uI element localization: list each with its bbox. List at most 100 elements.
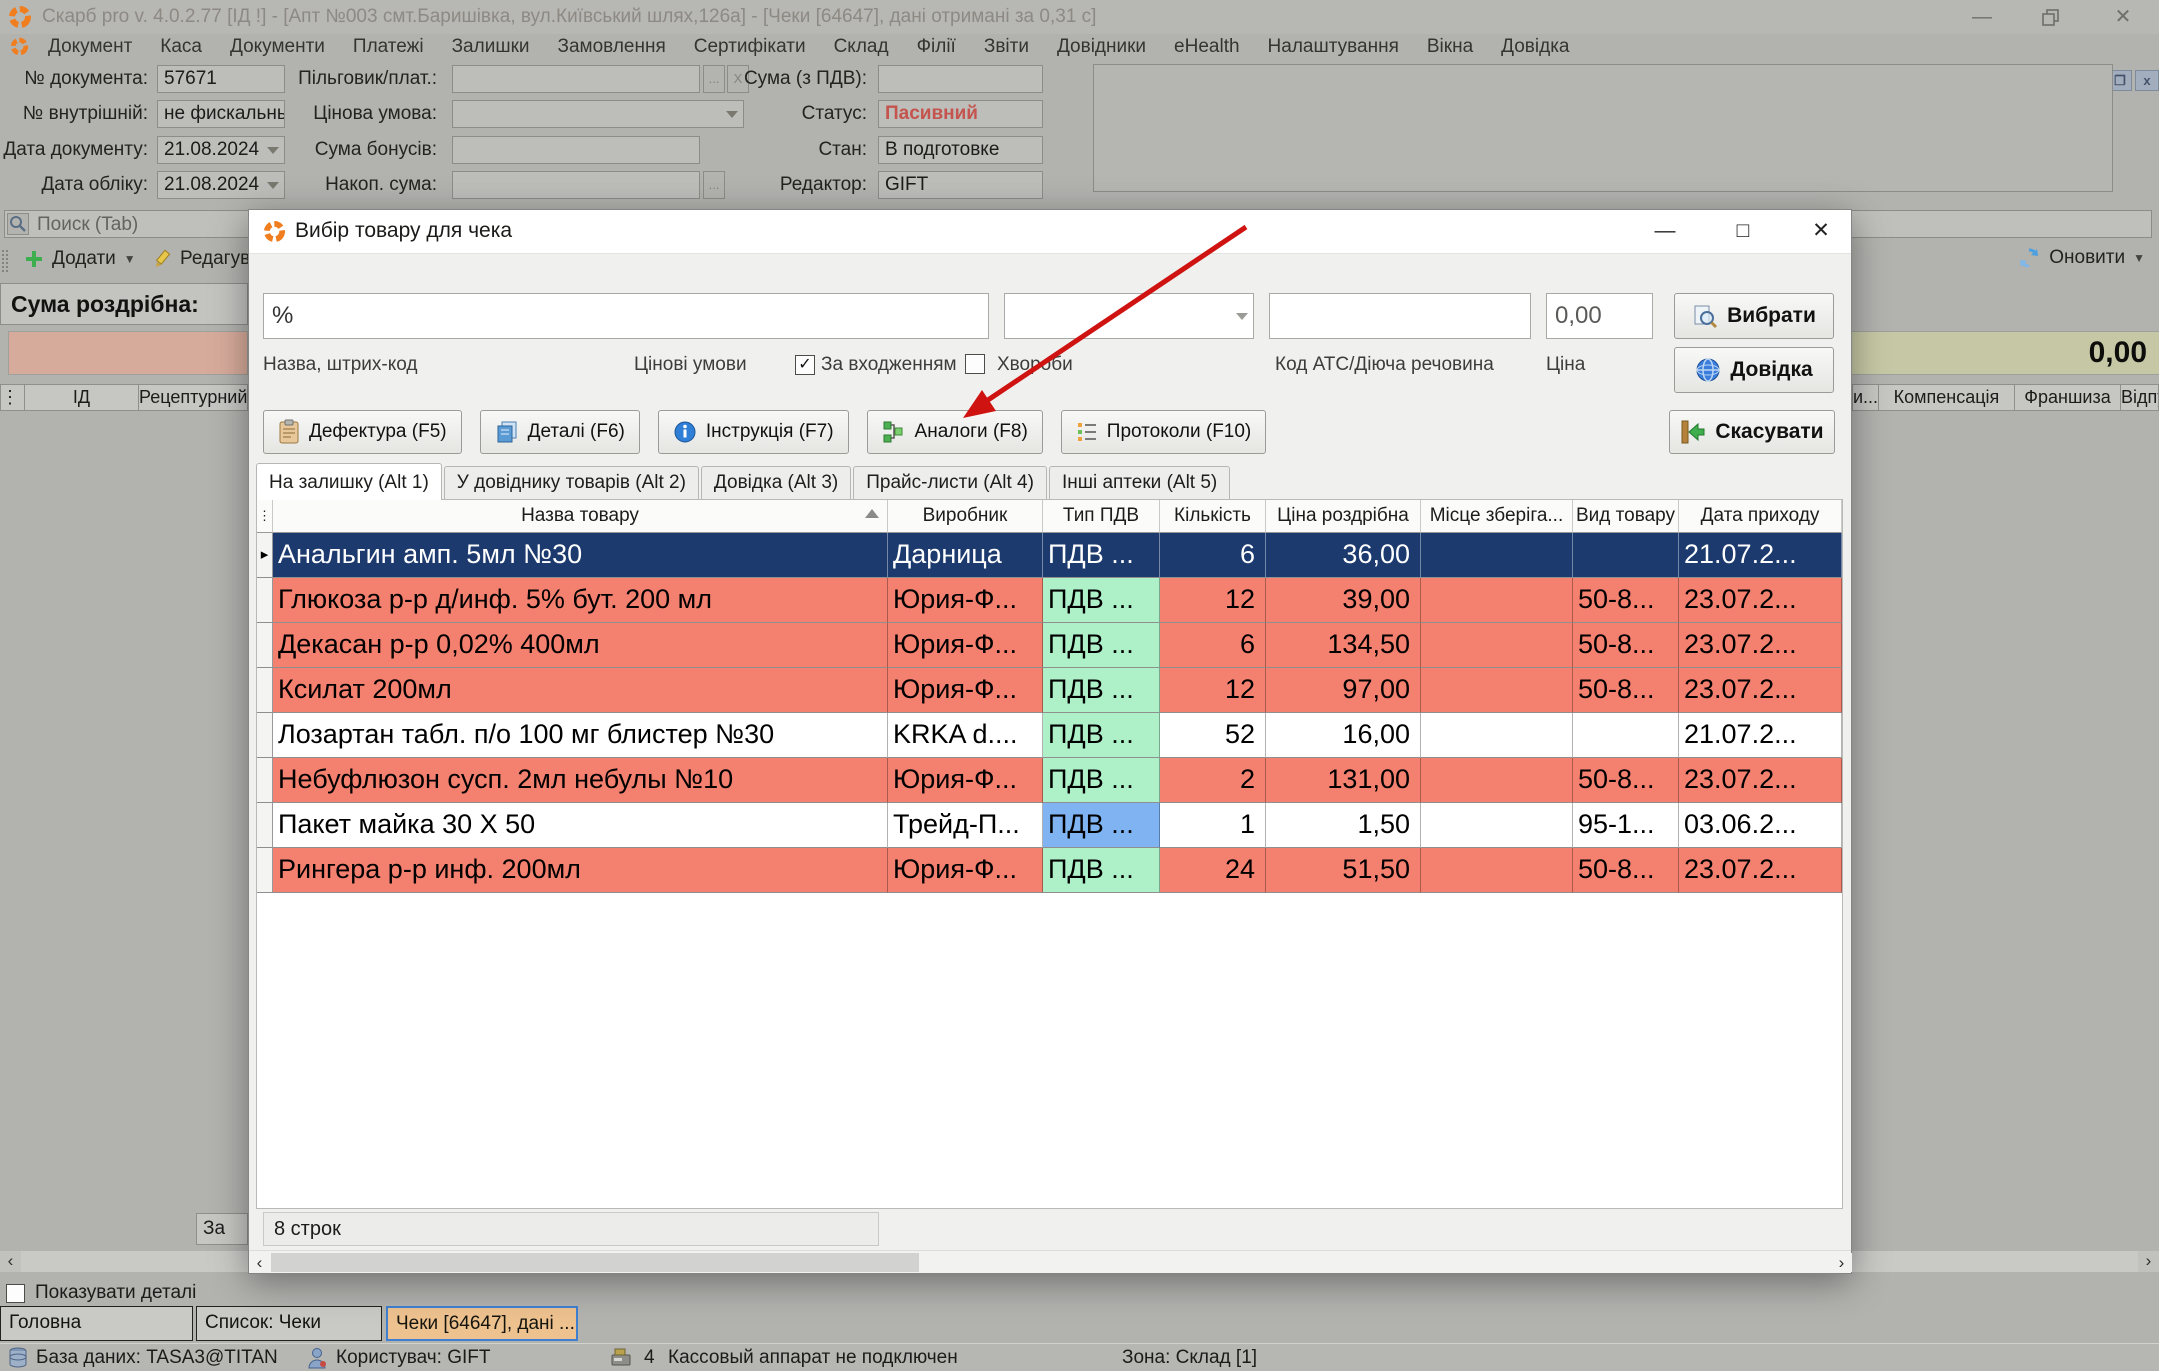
menu-item-налаштування[interactable]: Налаштування [1268,36,1399,58]
cell-r6-c3[interactable]: 1 [1160,803,1266,848]
bg-grid-header-compensation[interactable]: Компенсація [1878,384,2015,411]
cell-r4-c0[interactable]: Лозартан табл. п/о 100 мг блистер №30 [273,713,888,758]
cell-r1-c3[interactable]: 12 [1160,578,1266,623]
cell-r0-c5[interactable] [1421,533,1573,578]
cell-r3-c5[interactable] [1421,668,1573,713]
cell-r4-c3[interactable]: 52 [1160,713,1266,758]
row-marker[interactable] [257,668,273,713]
scroll-right-icon[interactable]: › [2138,1251,2159,1272]
sum-vat-field[interactable] [878,65,1043,93]
bg-grid-header-franchise[interactable]: Франшиза [2014,384,2121,411]
task-tab-list[interactable]: Список: Чеки [196,1306,382,1341]
beneficiary-field[interactable] [452,65,700,93]
cell-r1-c2[interactable]: ПДВ ... [1043,578,1160,623]
menu-item-ehealth[interactable]: eHealth [1174,36,1240,58]
column-header-1[interactable]: Виробник [888,500,1043,533]
row-marker[interactable] [257,848,273,893]
cell-r3-c6[interactable]: 50-8... [1573,668,1679,713]
cell-r5-c3[interactable]: 2 [1160,758,1266,803]
show-details-checkbox[interactable] [6,1284,25,1303]
task-tab-home[interactable]: Головна [0,1306,193,1341]
dialog-tab-0[interactable]: На залишку (Alt 1) [256,463,442,500]
cell-r3-c7[interactable]: 23.07.2... [1679,668,1842,713]
cell-r7-c7[interactable]: 23.07.2... [1679,848,1842,893]
cancel-button[interactable]: Скасувати [1669,410,1835,454]
bg-grid-header-id[interactable]: ІД [24,384,139,411]
dialog-horizontal-scrollbar[interactable]: ‹ › [249,1250,1851,1273]
cell-r4-c7[interactable]: 21.07.2... [1679,713,1842,758]
bonus-field[interactable] [452,136,700,164]
column-header-4[interactable]: Ціна роздрібна [1266,500,1421,533]
scrollbar-thumb[interactable] [271,1253,919,1272]
cell-r0-c3[interactable]: 6 [1160,533,1266,578]
bg-grid-header-recipe[interactable]: Рецептурний [138,384,248,411]
dialog-maximize-button[interactable]: □ [1727,216,1759,246]
menu-item-документи[interactable]: Документи [230,36,325,58]
cell-r4-c2[interactable]: ПДВ ... [1043,713,1160,758]
dialog-tab-4[interactable]: Інші аптеки (Alt 5) [1049,466,1230,500]
protocols-button[interactable]: Протоколи (F10) [1061,410,1266,454]
column-header-3[interactable]: Кількість [1160,500,1266,533]
cell-r2-c5[interactable] [1421,623,1573,668]
analogs-button[interactable]: Аналоги (F8) [867,410,1043,454]
cell-r7-c6[interactable]: 50-8... [1573,848,1679,893]
cell-r2-c6[interactable]: 50-8... [1573,623,1679,668]
cell-r2-c7[interactable]: 23.07.2... [1679,623,1842,668]
cell-r4-c6[interactable] [1573,713,1679,758]
cell-r7-c4[interactable]: 51,50 [1266,848,1421,893]
menu-item-замовлення[interactable]: Замовлення [558,36,666,58]
price-conditions-combo[interactable] [1004,293,1254,339]
cell-r2-c1[interactable]: Юрия-Ф... [888,623,1043,668]
column-header-0[interactable]: Назва товару [273,500,888,533]
cell-r6-c7[interactable]: 03.06.2... [1679,803,1842,848]
cell-r5-c0[interactable]: Небуфлюзон сусп. 2мл небулы №10 [273,758,888,803]
cell-r5-c5[interactable] [1421,758,1573,803]
menu-item-звіти[interactable]: Звіти [984,36,1029,58]
menu-item-документ[interactable]: Документ [48,36,132,58]
column-header-2[interactable]: Тип ПДВ [1043,500,1160,533]
cell-r6-c4[interactable]: 1,50 [1266,803,1421,848]
dialog-tab-3[interactable]: Прайс-листи (Alt 4) [853,466,1047,500]
cell-r6-c1[interactable]: Трейд-П... [888,803,1043,848]
cell-r2-c3[interactable]: 6 [1160,623,1266,668]
cell-r6-c6[interactable]: 95-1... [1573,803,1679,848]
product-search-input[interactable]: % [263,293,989,339]
row-marker[interactable] [257,623,273,668]
cell-r0-c4[interactable]: 36,00 [1266,533,1421,578]
cell-r6-c0[interactable]: Пакет майка 30 Х 50 [273,803,888,848]
dialog-tab-2[interactable]: Довідка (Alt 3) [701,466,851,500]
cell-r5-c7[interactable]: 23.07.2... [1679,758,1842,803]
menu-item-вікна[interactable]: Вікна [1427,36,1473,58]
menu-item-каса[interactable]: Каса [160,36,202,58]
cell-r4-c1[interactable]: KRKA d.... [888,713,1043,758]
cell-r1-c5[interactable] [1421,578,1573,623]
scroll-left-icon[interactable]: ‹ [249,1253,270,1272]
cell-r0-c7[interactable]: 21.07.2... [1679,533,1842,578]
cell-r7-c2[interactable]: ПДВ ... [1043,848,1160,893]
entry-checkbox[interactable]: ✓ [795,355,815,375]
price-input[interactable]: 0,00 [1546,293,1653,339]
row-marker[interactable]: ▸ [257,533,273,578]
defectura-button[interactable]: Дефектура (F5) [263,410,462,454]
cell-r7-c0[interactable]: Рингера р-р инф. 200мл [273,848,888,893]
details-button[interactable]: Деталі (F6) [480,410,640,454]
menu-item-сертифікати[interactable]: Сертифікати [694,36,806,58]
cell-r1-c1[interactable]: Юрия-Ф... [888,578,1043,623]
restore-button[interactable] [2037,6,2065,28]
menu-item-залишки[interactable]: Залишки [452,36,530,58]
dialog-titlebar[interactable]: Вибір товару для чека — □ ✕ [249,210,1851,254]
cell-r2-c4[interactable]: 134,50 [1266,623,1421,668]
cell-r4-c4[interactable]: 16,00 [1266,713,1421,758]
column-header-6[interactable]: Вид товару [1573,500,1679,533]
dialog-tab-1[interactable]: У довіднику товарів (Alt 2) [444,466,699,500]
cell-r5-c2[interactable]: ПДВ ... [1043,758,1160,803]
dialog-close-button[interactable]: ✕ [1805,216,1837,246]
minimize-button[interactable]: — [1968,6,1996,28]
task-tab-checks[interactable]: Чеки [64647], дані ... [386,1306,578,1341]
cell-r3-c0[interactable]: Ксилат 200мл [273,668,888,713]
help-button[interactable]: Довідка [1674,347,1834,393]
cell-r6-c2[interactable]: ПДВ ... [1043,803,1160,848]
bg-grid-header-partial[interactable]: и... [1852,384,1879,411]
refresh-button[interactable]: Оновити ▼ [2017,246,2145,270]
mdi-close-button[interactable]: x [2135,70,2159,91]
